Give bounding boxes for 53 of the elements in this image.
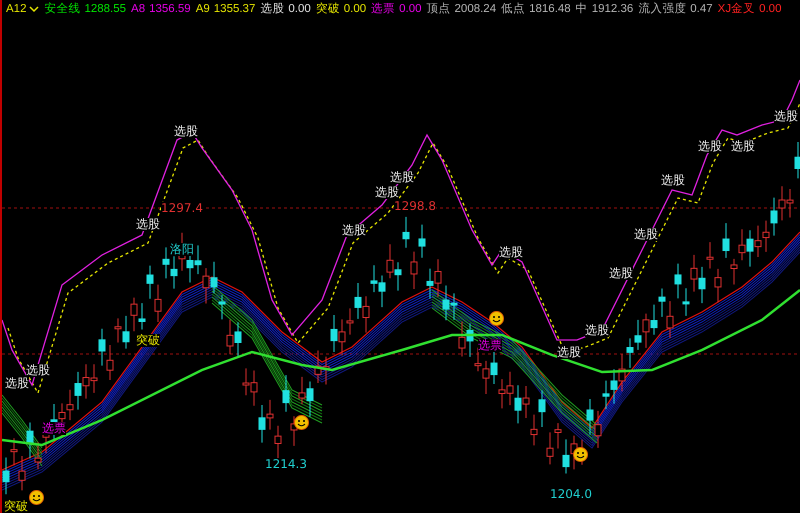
chevron-down-icon[interactable] bbox=[29, 6, 40, 13]
signal-label: 选股 bbox=[774, 110, 798, 123]
indicator-value: 0.00 bbox=[288, 2, 311, 17]
signal-label: 洛阳 bbox=[170, 243, 194, 256]
indicator-label: 流入强度 bbox=[638, 1, 686, 17]
signal-label: 选股 bbox=[342, 224, 366, 237]
indicator-label: 选股 bbox=[260, 2, 284, 17]
indicator-value: 1356.59 bbox=[149, 2, 191, 17]
indicator-value: 1288.55 bbox=[84, 2, 126, 17]
signal-label: 选股 bbox=[731, 140, 755, 153]
indicator-selector[interactable]: A12 bbox=[6, 0, 26, 18]
indicator-label: 顶点 bbox=[426, 2, 451, 17]
price-label: 1204.0 bbox=[550, 488, 592, 501]
indicator-label: A9 bbox=[196, 2, 210, 17]
price-label: 1214.3 bbox=[265, 458, 307, 471]
signal-label: 选股 bbox=[661, 174, 685, 187]
signal-label: 突破 bbox=[136, 334, 160, 347]
signal-label: 选股 bbox=[499, 246, 523, 259]
signal-label: 选股 bbox=[585, 324, 609, 337]
smiley-icon bbox=[294, 415, 309, 430]
signal-label: 选股 bbox=[609, 267, 633, 280]
smiley-icon bbox=[489, 311, 504, 326]
signal-label: 选股 bbox=[136, 218, 160, 231]
signal-label: 选股 bbox=[698, 140, 722, 153]
indicator-label: XJ金叉 bbox=[718, 2, 756, 17]
indicator-value: 0.47 bbox=[690, 2, 713, 17]
indicator-label: 低点 bbox=[501, 2, 526, 17]
signal-label: 选股 bbox=[375, 186, 399, 199]
signal-label: 选股 bbox=[557, 346, 581, 359]
signal-label: 选票 bbox=[478, 339, 502, 352]
signal-label: 突破 bbox=[4, 500, 28, 513]
indicator-label: 中 bbox=[576, 2, 588, 17]
signal-label: 选股 bbox=[26, 364, 50, 377]
indicator-value: 1912.36 bbox=[592, 2, 634, 17]
indicator-label: 突破 bbox=[316, 1, 340, 17]
signal-label: 选票 bbox=[42, 422, 66, 435]
indicator-label: 选票 bbox=[371, 2, 396, 17]
indicator-value: 1355.37 bbox=[214, 2, 256, 17]
indicator-value: 1816.48 bbox=[529, 2, 571, 17]
signal-label: 选股 bbox=[174, 125, 198, 138]
indicator-label: A8 bbox=[131, 2, 146, 17]
signal-label: 选股 bbox=[634, 228, 658, 241]
smiley-icon bbox=[29, 490, 44, 505]
indicator-label: 安全线 bbox=[44, 2, 80, 17]
indicator-value: 0.00 bbox=[344, 2, 366, 17]
signal-label: 选股 bbox=[390, 171, 414, 184]
price-label: 1298.8 bbox=[394, 200, 436, 213]
indicator-value: 2008.24 bbox=[454, 2, 496, 17]
signal-label: 选股 bbox=[5, 377, 29, 390]
indicator-value: 0.00 bbox=[759, 2, 782, 17]
indicator-value: 0.00 bbox=[399, 2, 422, 17]
smiley-icon bbox=[573, 447, 588, 462]
price-label: 1297.4 bbox=[161, 202, 203, 215]
